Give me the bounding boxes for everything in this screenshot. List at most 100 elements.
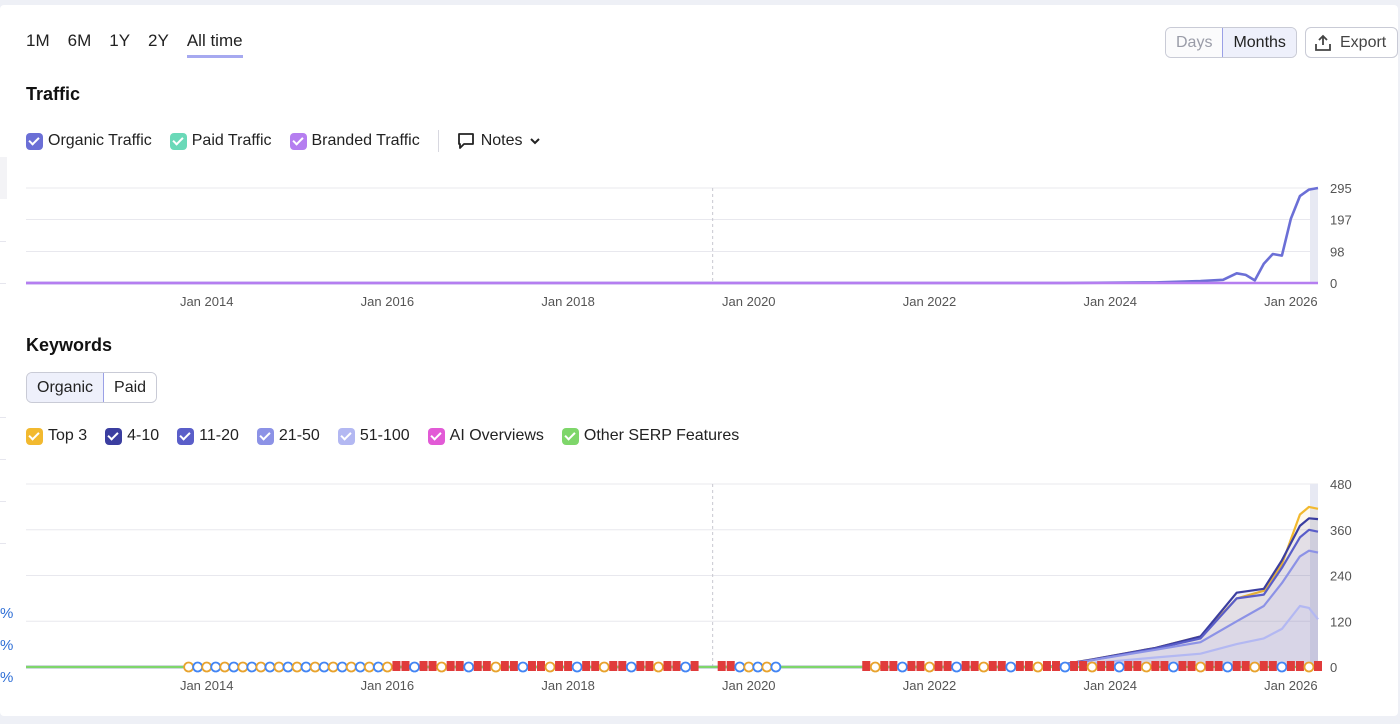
traffic-panel: % % % 1M 6M 1Y 2Y All time Days Months E… [0,5,1398,716]
legend-label: 51-100 [359,427,410,444]
y-tick-label: 240 [1330,569,1352,584]
y-tick-label: 0 [1330,660,1337,675]
serp-feature-marker [1070,661,1079,671]
legend-label: 4-10 [127,427,160,444]
checkbox-icon [337,427,355,445]
range-tab-1m[interactable]: 1M [26,31,50,58]
checkbox-icon [177,427,195,445]
serp-feature-marker [609,661,618,671]
serp-feature-marker [354,661,366,673]
keywords-type-toggle: Organic Paid [26,372,158,403]
days-button[interactable]: Days [1166,28,1223,57]
serp-feature-marker [1295,661,1304,671]
serp-feature-marker [582,661,591,671]
legend-11-20[interactable]: 11-20 [177,427,239,445]
serp-feature-marker [455,661,464,671]
keywords-legend: Top 3 4-10 11-20 21-50 51-100 AI Overvie… [26,427,757,445]
legend-4-10[interactable]: 4-10 [105,427,159,445]
serp-feature-marker [1276,661,1288,673]
notes-label: Notes [480,132,523,149]
traffic-legend: Organic Traffic Paid Traffic Branded Tra… [26,130,541,152]
legend-branded-traffic[interactable]: Branded Traffic [289,132,420,150]
serp-feature-marker [282,661,294,673]
serp-feature-marker [1140,661,1152,673]
legend-top-3[interactable]: Top 3 [26,427,87,445]
legend-label: Other SERP Features [583,427,740,444]
legend-ai-overviews[interactable]: AI Overviews [427,427,544,445]
serp-feature-marker [564,661,573,671]
serp-feature-marker [436,661,448,673]
current-period-band [1310,188,1318,283]
serp-feature-marker [889,661,898,671]
serp-feature-marker [951,661,963,673]
serp-feature-marker [1106,661,1115,671]
y-tick-label: 295 [1330,181,1352,196]
legend-divider [437,130,439,152]
checkbox-icon [169,132,187,150]
serp-feature-marker [183,661,195,673]
range-tab-6m[interactable]: 6M [68,31,92,58]
serp-feature-marker [653,661,664,673]
serp-feature-marker [419,661,428,671]
serp-feature-marker [726,661,735,671]
serp-feature-marker [490,661,502,673]
serp-feature-marker [1024,661,1033,671]
range-tab-all-time[interactable]: All time [186,31,243,58]
x-tick-label: Jan 2024 [1083,294,1137,309]
x-tick-label: Jan 2018 [541,294,595,309]
range-tab-2y[interactable]: 2Y [148,31,169,58]
months-button[interactable]: Months [1222,28,1296,57]
serp-feature-marker [509,661,518,671]
x-tick-label: Jan 2024 [1083,678,1137,693]
serp-feature-marker [862,661,871,671]
x-tick-label: Jan 2022 [903,678,957,693]
checkbox-icon [26,132,43,150]
legend-other-serp-features[interactable]: Other SERP Features [561,427,740,445]
series-line [26,549,1319,669]
organic-tab[interactable]: Organic [27,373,105,402]
legend-51-100[interactable]: 51-100 [337,427,410,445]
serp-feature-marker [1042,661,1051,671]
legend-organic-traffic[interactable]: Organic Traffic [26,132,152,150]
x-tick-label: Jan 2016 [361,678,415,693]
serp-feature-marker [381,661,393,673]
serp-feature-marker [473,661,482,671]
notes-dropdown[interactable]: Notes [457,132,541,150]
paid-tab[interactable]: Paid [104,373,157,402]
serp-feature-marker [970,661,979,671]
serp-feature-marker [717,661,726,671]
serp-feature-marker [300,661,312,673]
serp-feature-marker [1015,661,1024,671]
x-tick-label: Jan 2022 [903,294,957,309]
serp-feature-marker [392,661,401,671]
serp-feature-marker [961,661,970,671]
x-tick-label: Jan 2020 [722,294,776,309]
serp-feature-marker [645,661,654,671]
export-icon [1315,34,1331,51]
serp-feature-marker [1059,661,1071,673]
serp-feature-marker [1222,661,1234,673]
legend-label: 21-50 [278,427,320,444]
serp-feature-marker [1168,661,1179,673]
serp-feature-marker [1187,661,1196,671]
serp-feature-marker [1314,661,1322,671]
serp-feature-marker [237,661,249,673]
serp-feature-marker [1303,661,1315,673]
serp-feature-marker [924,661,935,673]
range-tab-1y[interactable]: 1Y [109,31,130,58]
legend-paid-traffic[interactable]: Paid Traffic [169,132,272,150]
legend-21-50[interactable]: 21-50 [256,427,320,445]
serp-feature-marker [1151,661,1160,671]
export-button[interactable]: Export [1305,27,1398,58]
serp-feature-marker [988,661,997,671]
serp-feature-marker [1113,661,1125,673]
serp-feature-marker [869,661,881,673]
series-area [26,518,1318,667]
serp-feature-marker [255,661,267,673]
legend-label: Organic Traffic [48,132,152,149]
y-tick-label: 480 [1330,477,1352,492]
serp-feature-marker [345,661,357,673]
serp-feature-marker [896,661,908,673]
serp-feature-marker [463,661,475,673]
export-label: Export [1340,33,1387,51]
